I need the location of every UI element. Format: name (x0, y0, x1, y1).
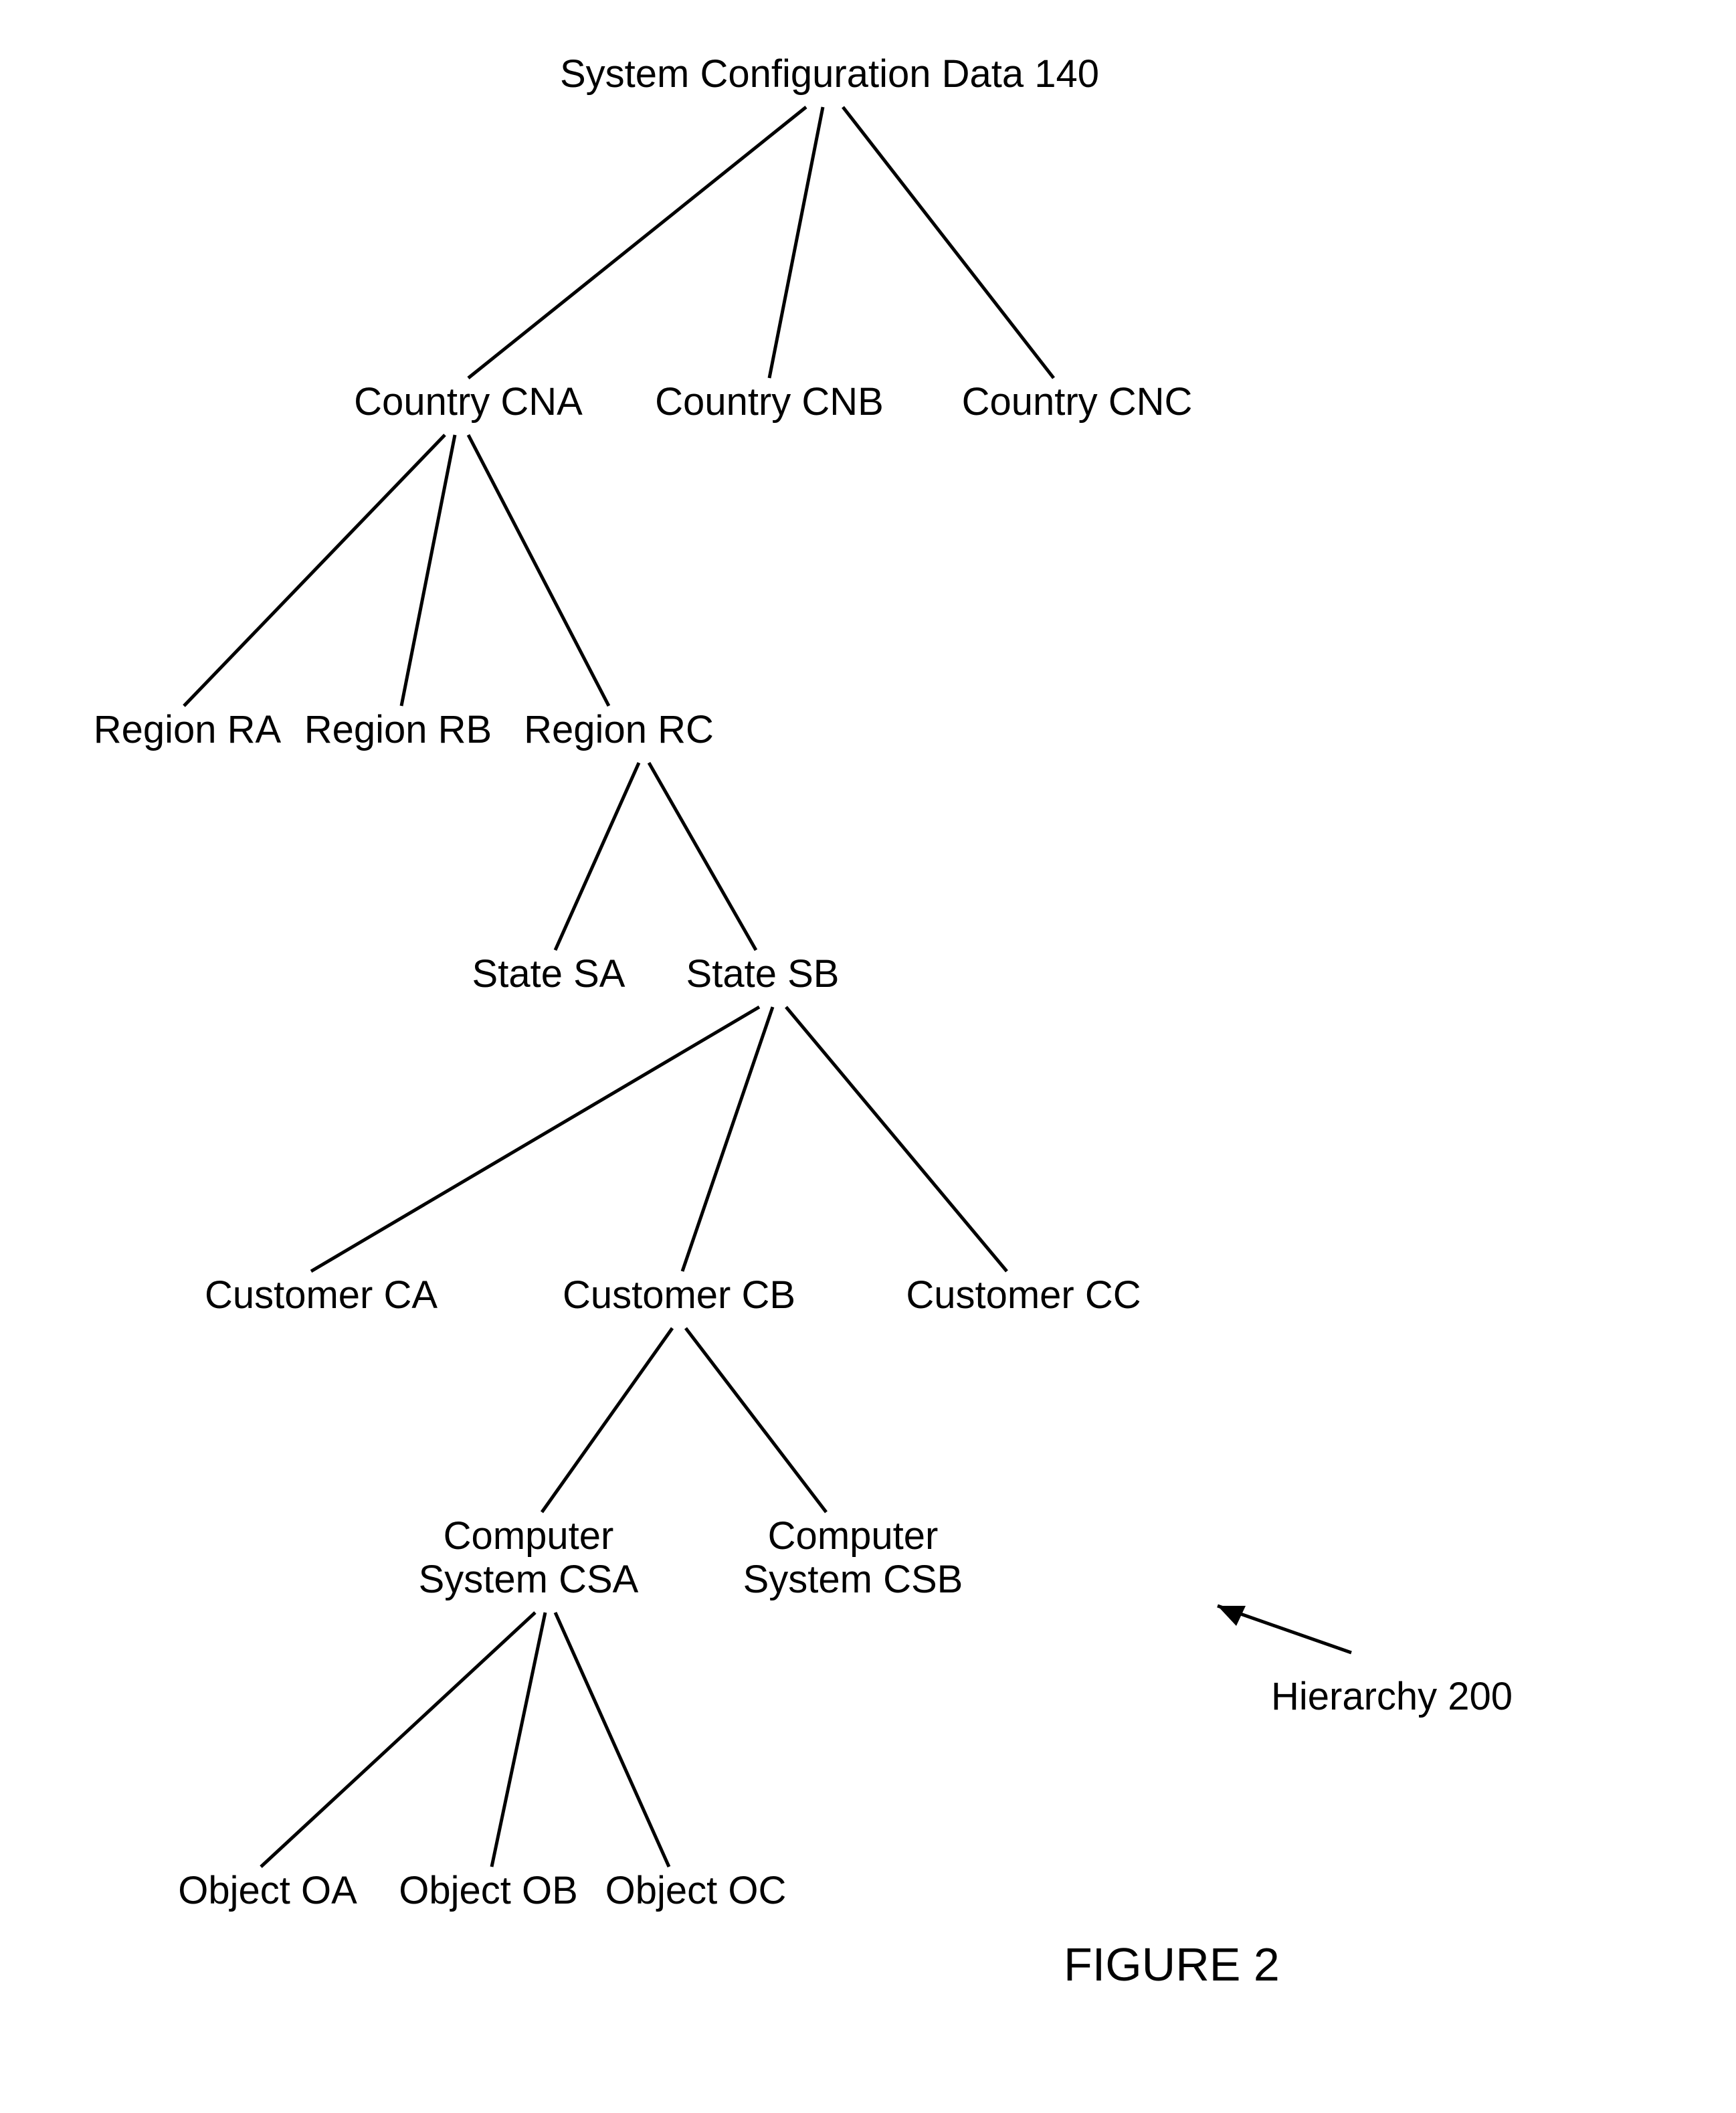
edge-root-cnc (843, 107, 1054, 378)
edge-root-cna (468, 107, 806, 378)
edge-cb-csa (542, 1328, 672, 1512)
edge-sb-ca (311, 1007, 759, 1271)
edge-csa-ob (492, 1613, 545, 1867)
figure-caption: FIGURE 2 (1064, 1938, 1280, 1991)
node-object-oc: Object OC (605, 1869, 787, 1912)
edge-cb-csb (686, 1328, 826, 1512)
edge-csa-oc (555, 1613, 669, 1867)
node-object-oa: Object OA (178, 1869, 357, 1912)
node-root: System Configuration Data 140 (560, 52, 1099, 96)
edge-rc-sb (649, 763, 756, 950)
node-customer-cc: Customer CC (906, 1273, 1141, 1317)
node-system-csa-line1: Computer (444, 1514, 614, 1558)
edge-rc-sa (555, 763, 639, 950)
node-region-rc: Region RC (524, 708, 714, 751)
node-country-cnb: Country CNB (655, 380, 884, 424)
node-customer-ca: Customer CA (205, 1273, 438, 1317)
edge-sb-cc (786, 1007, 1007, 1271)
annotation-hierarchy: Hierarchy 200 (1271, 1675, 1513, 1718)
node-region-rb: Region RB (304, 708, 492, 751)
node-object-ob: Object OB (399, 1869, 578, 1912)
edge-cna-rc (468, 435, 609, 706)
node-system-csb-line2: System CSB (743, 1558, 963, 1601)
node-country-cnc: Country CNC (962, 380, 1193, 424)
edge-csa-oa (261, 1613, 535, 1867)
node-state-sb: State SB (686, 952, 840, 996)
hierarchy-diagram: System Configuration Data 140 Country CN… (0, 0, 1736, 2113)
edge-cna-ra (184, 435, 445, 706)
annotation-arrow (1218, 1606, 1351, 1653)
node-state-sa: State SA (472, 952, 625, 996)
node-country-cna: Country CNA (354, 380, 583, 424)
node-customer-cb: Customer CB (563, 1273, 795, 1317)
node-system-csb-line1: Computer (768, 1514, 939, 1558)
node-region-ra: Region RA (94, 708, 282, 751)
edge-root-cnb (769, 107, 823, 378)
node-system-csa-line2: System CSA (419, 1558, 639, 1601)
edge-cna-rb (401, 435, 455, 706)
edge-sb-cb (682, 1007, 773, 1271)
